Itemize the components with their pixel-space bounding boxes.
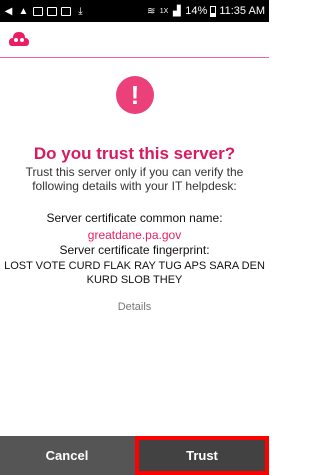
fingerprint-label: Server certificate fingerprint: [59, 243, 210, 257]
clock: 11:35 AM [219, 5, 265, 17]
details-link[interactable]: Details [0, 301, 269, 313]
email-icon [61, 6, 71, 16]
download-icon: ⤓ [78, 5, 83, 17]
trust-button[interactable]: Trust [135, 436, 269, 475]
rewind-icon: ◀ [4, 5, 13, 17]
action-bar: Cancel Trust [0, 436, 269, 475]
app-bar [0, 22, 269, 58]
dialog-title: Do you trust this server? [33, 144, 236, 163]
system-status: ≋ 1X ▟ 14% 11:35 AM [146, 0, 265, 22]
common-name-value: greatdane.pa.gov [87, 228, 182, 242]
app-logo-icon [9, 32, 29, 46]
wifi-icon: ≋ [147, 5, 156, 17]
warning-icon: ▲ [18, 5, 29, 17]
status-bar: ◀ ▲ ⤓ ≋ 1X ▟ 14% 11:35 AM [0, 0, 269, 22]
network-type: 1X [159, 7, 169, 15]
cancel-button[interactable]: Cancel [0, 436, 134, 475]
battery-percent: 14% [185, 5, 208, 17]
app-notification-icon [33, 6, 43, 16]
signal-icon: ▟ [172, 5, 181, 17]
common-name-label: Server certificate common name: [46, 211, 223, 225]
fingerprint-value: LOST VOTE CURD FLAK RAY TUG APS SARA DEN… [4, 260, 265, 286]
gallery-icon [47, 6, 57, 16]
battery-icon [210, 5, 217, 17]
notification-icons: ◀ ▲ ⤓ [0, 6, 86, 17]
dialog-description: Trust this server only if you can verify… [25, 165, 244, 193]
warning-icon: ! [116, 76, 154, 114]
